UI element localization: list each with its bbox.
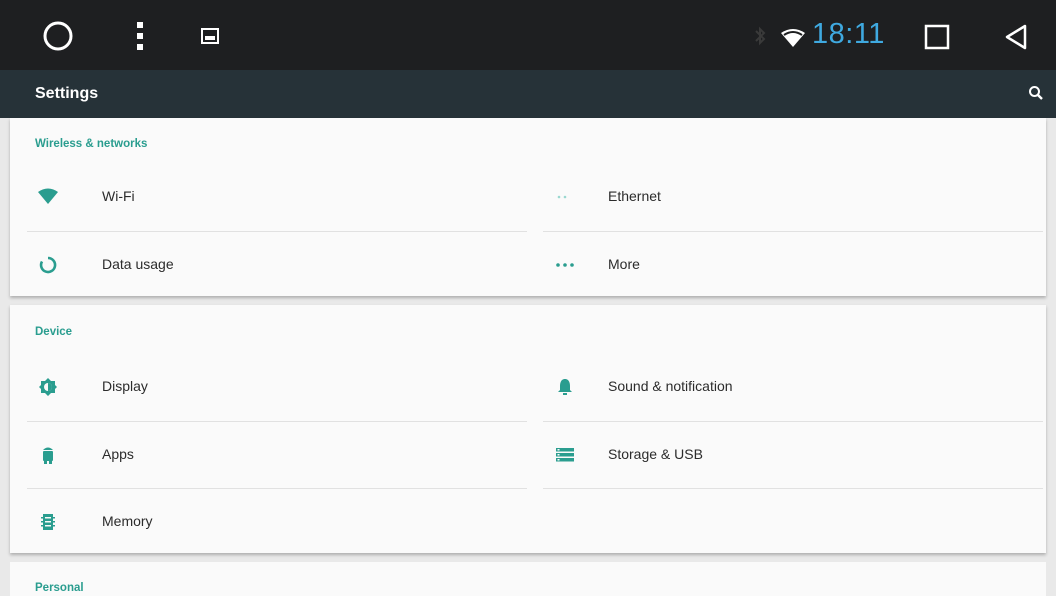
setting-wifi[interactable]: Wi-Fi bbox=[20, 164, 528, 230]
menu-dots-icon[interactable] bbox=[128, 16, 152, 56]
setting-ethernet[interactable]: Ethernet bbox=[542, 164, 1042, 230]
setting-storage-usb[interactable]: Storage & USB bbox=[542, 422, 1042, 488]
wifi-icon bbox=[776, 24, 810, 52]
gallery-icon bbox=[198, 24, 222, 48]
storage-icon bbox=[554, 444, 576, 466]
wifi-icon bbox=[37, 186, 59, 208]
divider bbox=[543, 488, 1043, 489]
section-title: Device bbox=[35, 326, 73, 338]
setting-display[interactable]: Display bbox=[20, 354, 528, 420]
setting-label: Data usage bbox=[102, 256, 174, 272]
app-bar: Settings bbox=[0, 70, 1056, 118]
setting-label: Display bbox=[102, 378, 148, 394]
section-personal: Personal bbox=[10, 562, 1046, 596]
setting-label: Wi-Fi bbox=[102, 188, 135, 204]
page-title: Settings bbox=[35, 85, 99, 102]
setting-apps[interactable]: Apps bbox=[20, 422, 528, 488]
bluetooth-icon bbox=[750, 22, 770, 50]
search-icon[interactable] bbox=[1028, 85, 1044, 106]
setting-label: Apps bbox=[102, 446, 134, 462]
setting-label: Storage & USB bbox=[608, 446, 703, 462]
data-usage-icon bbox=[37, 254, 59, 276]
setting-label: Sound & notification bbox=[608, 378, 733, 394]
status-bar: 18:11 bbox=[0, 0, 1056, 70]
setting-more[interactable]: More bbox=[542, 232, 1042, 298]
section-device: Device Display Sound & notification Apps… bbox=[10, 305, 1046, 553]
setting-label: Memory bbox=[102, 513, 153, 529]
ethernet-icon bbox=[554, 186, 576, 208]
section-title: Wireless & networks bbox=[35, 138, 148, 150]
setting-label: Ethernet bbox=[608, 188, 661, 204]
setting-memory[interactable]: Memory bbox=[20, 489, 528, 555]
recents-square-icon[interactable] bbox=[920, 20, 954, 54]
memory-icon bbox=[37, 511, 59, 533]
setting-data-usage[interactable]: Data usage bbox=[20, 232, 528, 298]
clock: 18:11 bbox=[812, 18, 885, 50]
bell-icon bbox=[554, 376, 576, 398]
setting-sound-notification[interactable]: Sound & notification bbox=[542, 354, 1042, 420]
setting-label: More bbox=[608, 256, 640, 272]
home-circle-icon[interactable] bbox=[38, 16, 78, 56]
back-triangle-icon[interactable] bbox=[1000, 20, 1034, 54]
section-title: Personal bbox=[35, 582, 84, 594]
android-icon bbox=[37, 444, 59, 466]
section-wireless-networks: Wireless & networks Wi-Fi Ethernet Data … bbox=[10, 118, 1046, 296]
more-dots-icon bbox=[554, 254, 576, 276]
brightness-icon bbox=[37, 376, 59, 398]
